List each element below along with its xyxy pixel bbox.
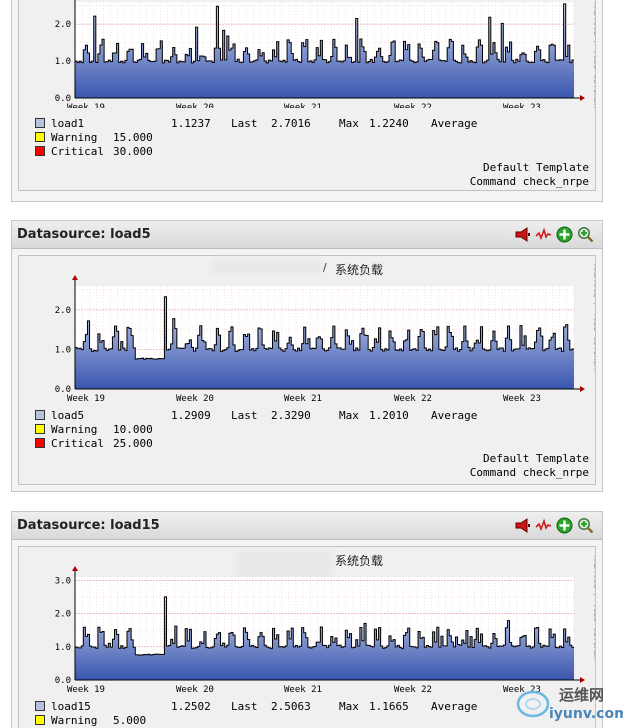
warning-value: 5.000 [113,713,147,727]
critical-swatch [35,146,45,156]
legend-last-label: Last [231,699,258,713]
legend-last-value: 1.1237 [171,116,211,130]
legend-max-label: Max [339,408,359,422]
legend-series-name: load15 [51,699,91,713]
x-tick-label: Week 22 [394,685,432,695]
watermark-brand: 运维网 [559,686,605,704]
command-line: Command check_nrpe [469,466,589,479]
y-tick-label: 2.0 [55,610,71,620]
y-tick-label: 3.0 [55,576,71,586]
y-tick-label: 2.0 [55,20,71,30]
warning-swatch [35,715,45,725]
warning-value: 10.000 [113,422,153,436]
y-tick-label: 2.0 [55,306,71,316]
critical-value: 30.000 [113,144,153,158]
x-tick-label: Week 22 [394,394,432,404]
warning-label: Warning [51,130,98,144]
datasource-panel-load5: Datasource: load5 / 系统负载 0.0 1.0 2.0 Wee… [11,220,603,492]
x-tick-label: Week 22 [394,103,432,108]
warning-value: 15.000 [113,130,153,144]
x-axis-arrow [580,386,585,392]
legend-series-name: load1 [51,116,85,130]
megaphone-icon[interactable] [514,517,531,534]
panel-header: Datasource: load5 [12,221,602,249]
x-tick-label: Week 20 [176,103,214,108]
critical-label: Critical [51,436,104,450]
x-tick-label: Week 19 [67,394,105,404]
critical-label: Critical [51,144,104,158]
legend-swatch [35,410,45,420]
legend-avg-value: 1.2240 [369,116,409,130]
datasource-panel-load1: 0.0 1.0 2.0 Week 19 Week 20 Week 21 Week 22 Wee… [11,0,603,202]
y-axis-arrow [72,275,78,280]
legend-last-label: Last [231,116,258,130]
template-line: Default Template [483,161,589,174]
rrdtool-credit: RRDTOOL / TOBI OETIKER [592,264,595,370]
critical-swatch [35,438,45,448]
critical-value: 25.000 [113,436,153,450]
command-line: Command check_nrpe [469,175,589,188]
panel-title: Datasource: load5 [17,227,151,242]
plus-icon[interactable] [556,517,573,534]
legend-max-label: Max [339,699,359,713]
warning-label: Warning [51,422,98,436]
legend-avg-value: 1.2010 [369,408,409,422]
y-tick-label: 1.0 [55,57,71,67]
legend-max-value: 2.7016 [271,116,311,130]
y-tick-label: 1.0 [55,345,71,355]
panel-tools [514,517,594,534]
rrdtool-credit: RRDTOOL / TOBI OETIKER [592,2,595,108]
legend-max-value: 2.3290 [271,408,311,422]
legend-last-value: 1.2909 [171,408,211,422]
x-tick-label: Week 21 [284,685,322,695]
zoom-icon[interactable] [577,226,594,243]
x-tick-label: Week 23 [503,394,541,404]
rrdtool-credit: RRDTOOL / TOBI OETIKER [592,555,595,661]
warning-swatch [35,424,45,434]
rrd-graph-load5[interactable]: 0.01.02.0Week 19 Week 20 Week 21 Week 22 Wee… [19,256,595,408]
y-tick-label: 1.0 [55,643,71,653]
x-tick-label: Week 21 [284,103,322,108]
x-tick-label: Week 23 [503,103,541,108]
warning-label: Warning [51,713,98,727]
megaphone-icon[interactable] [514,226,531,243]
legend-swatch [35,118,45,128]
site-watermark: 运维网 iyunv.com [513,676,623,726]
legend-last-value: 1.2502 [171,699,211,713]
graph-line-icon[interactable] [535,517,552,534]
legend-series-name: load5 [51,408,85,422]
graph-box-load5: / 系统负载 0.0 1.0 2.0 Week 19 Week 20 Week 21 Wee… [18,255,596,485]
zoom-icon[interactable] [577,517,594,534]
watermark-url: iyunv.com [549,706,623,722]
graph-line-icon[interactable] [535,226,552,243]
warning-swatch [35,132,45,142]
legend-last-label: Last [231,408,258,422]
panel-tools [514,226,594,243]
rrd-graph-load15[interactable]: 0.01.02.03.0Week 19 Week 20 Week 21 Week 22… [19,547,595,699]
legend-avg-label: Average [431,408,478,422]
x-axis-arrow [580,95,585,101]
plus-icon[interactable] [556,226,573,243]
legend-avg-label: Average [431,699,478,713]
x-tick-label: Week 21 [284,394,322,404]
panel-title: Datasource: load15 [17,518,160,533]
legend-swatch [35,701,45,711]
graph-box-load1: 0.0 1.0 2.0 Week 19 Week 20 Week 21 Week 22 Wee… [18,0,596,191]
rrd-graph-load1[interactable]: 0.01.02.0Week 19 Week 20 Week 21 Week 22 Wee… [19,0,595,108]
legend-avg-value: 1.1665 [369,699,409,713]
graph-box-load15: 系统负载 0.0 1.0 2.0 3.0 Week 19 Week 20 Week 21 We… [18,546,596,728]
x-tick-label: Week 20 [176,394,214,404]
x-tick-label: Week 19 [67,685,105,695]
legend-max-label: Max [339,116,359,130]
x-tick-label: Week 19 [67,103,105,108]
y-axis-arrow [72,566,78,571]
panel-header: Datasource: load15 [12,512,602,540]
legend-avg-label: Average [431,116,478,130]
template-line: Default Template [483,452,589,465]
legend-max-value: 2.5063 [271,699,311,713]
x-tick-label: Week 20 [176,685,214,695]
